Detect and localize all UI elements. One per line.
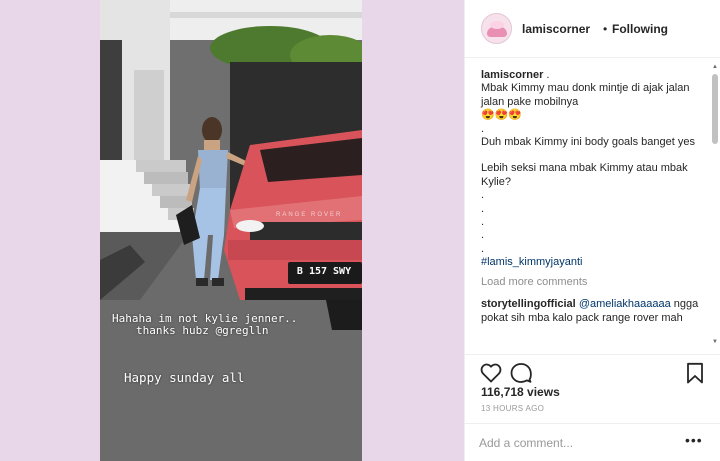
comment-mention[interactable]: @ameliakhaaaaaa xyxy=(579,298,671,310)
instagram-post-modal: Hahaha im not kylie jenner.. thanks hubz… xyxy=(0,0,720,461)
heart-icon[interactable] xyxy=(479,361,503,385)
caption-hashtag[interactable]: #lamis_kimmyjayanti xyxy=(481,256,709,269)
car-badge: RANGE ROVER xyxy=(276,212,343,218)
header-separator: • xyxy=(603,22,608,36)
post-timestamp[interactable]: 13 HOURS AGO xyxy=(481,404,544,413)
caption-block: lamiscorner . Mbak Kimmy mau donk mintje… xyxy=(481,69,709,325)
view-count[interactable]: 116,718 views xyxy=(481,385,560,399)
add-comment-input[interactable] xyxy=(479,433,659,453)
caption-line-3: Lebih seksi mana mbak Kimmy atau mbak Ky… xyxy=(481,162,688,188)
caption-dot: . xyxy=(481,189,485,202)
story-video[interactable]: Hahaha im not kylie jenner.. thanks hubz… xyxy=(100,0,362,461)
scroll-down-arrow-icon[interactable]: ▼ xyxy=(712,339,718,345)
video-frame xyxy=(100,0,362,461)
header-username[interactable]: lamiscorner xyxy=(522,22,590,36)
caption-dot: . xyxy=(481,229,485,242)
media-area: Hahaha im not kylie jenner.. thanks hubz… xyxy=(0,0,464,461)
caption-line-1: Mbak Kimmy mau donk mintje di ajak jalan… xyxy=(481,82,690,108)
post-header: lamiscorner • Following xyxy=(465,0,720,58)
avatar[interactable] xyxy=(481,13,512,44)
scroll-up-arrow-icon[interactable]: ▲ xyxy=(712,64,718,70)
add-comment-bar: ••• xyxy=(465,423,720,461)
caption-dot: . xyxy=(481,216,485,229)
license-plate: B 157 SWY xyxy=(296,266,352,277)
comment-item: storytellingofficial @ameliakhaaaaaa ngg… xyxy=(481,298,709,325)
comments-area: lamiscorner . Mbak Kimmy mau donk mintje… xyxy=(465,59,720,353)
caption-dot: . xyxy=(481,122,485,135)
caption-dot: . xyxy=(481,242,485,255)
following-button[interactable]: Following xyxy=(612,22,668,36)
story-caption-line-2: thanks hubz @greglln xyxy=(136,324,269,337)
story-caption-line-3: Happy sunday all xyxy=(124,370,245,385)
bookmark-icon[interactable] xyxy=(683,361,707,385)
caption-dot: . xyxy=(481,202,485,215)
load-more-comments[interactable]: Load more comments xyxy=(481,276,709,289)
comment-bubble-icon[interactable] xyxy=(509,361,533,385)
comment-username[interactable]: storytellingofficial xyxy=(481,298,576,310)
caption-username-suffix: . xyxy=(543,69,550,81)
caption-line-2: Duh mbak Kimmy ini body goals banget yes xyxy=(481,136,695,149)
more-options-icon[interactable]: ••• xyxy=(685,432,703,448)
post-details-panel: lamiscorner • Following lamiscorner . Mb… xyxy=(464,0,720,461)
caption-emojis: 😍😍😍 xyxy=(481,109,523,122)
scrollbar-thumb[interactable] xyxy=(712,74,718,144)
caption-username[interactable]: lamiscorner xyxy=(481,69,543,81)
